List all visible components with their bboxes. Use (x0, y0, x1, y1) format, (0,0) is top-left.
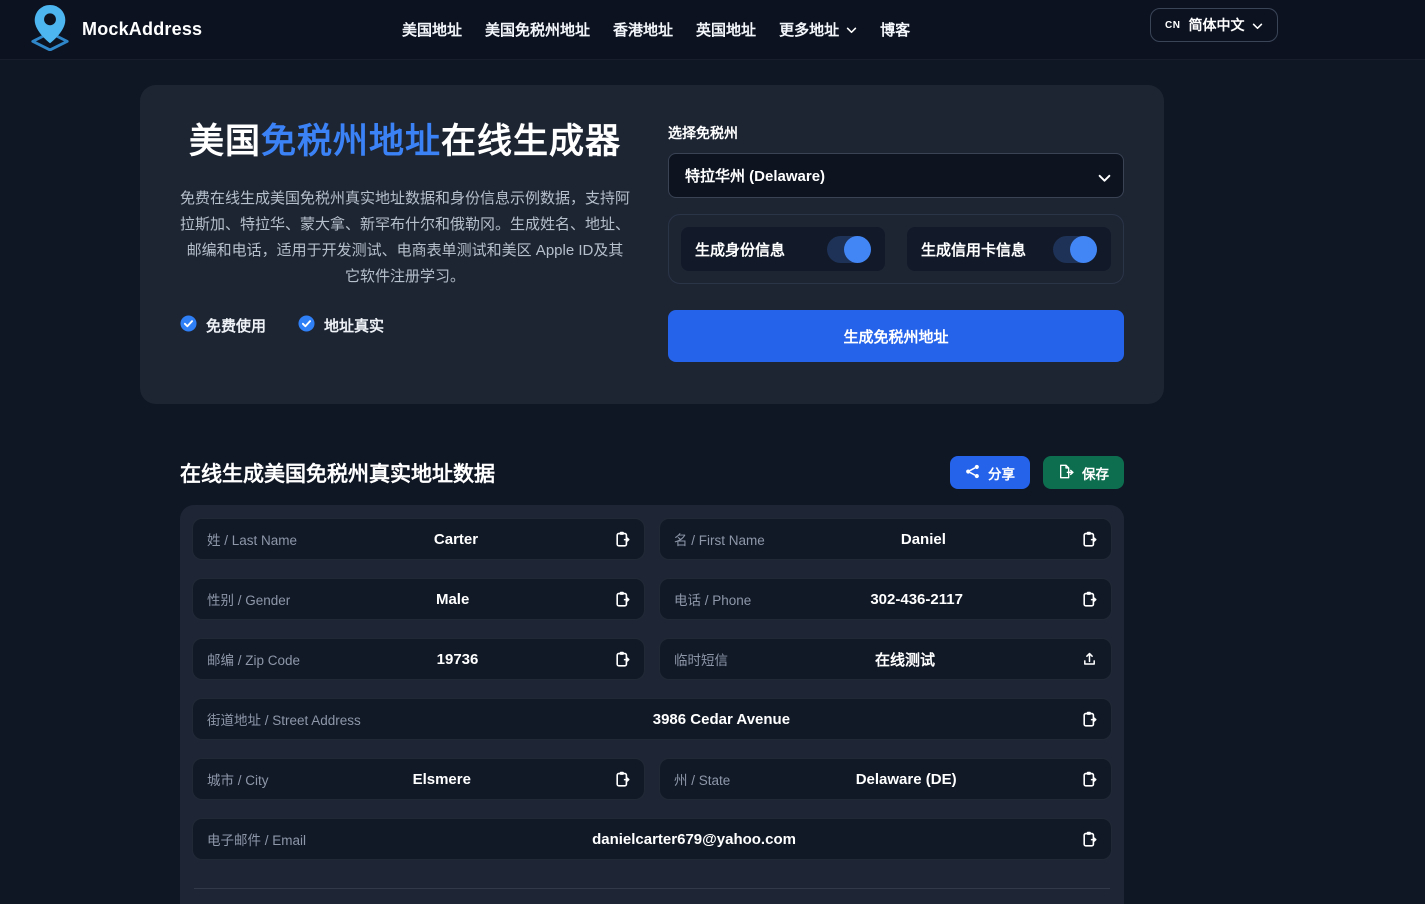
field-label: 临时短信 (674, 649, 728, 669)
field-label: 姓 / Last Name (207, 529, 297, 549)
nav-item-us-address[interactable]: 美国地址 (402, 19, 462, 40)
hero-description: 免费在线生成美国免税州真实地址数据和身份信息示例数据，支持阿拉斯加、特拉华、蒙大… (180, 186, 630, 291)
generate-button[interactable]: 生成免税州地址 (668, 310, 1124, 362)
copy-icon[interactable] (615, 651, 630, 667)
generator-controls: 选择免税州 特拉华州 (Delaware) 生成身份信息 生成信用卡信息 生成免… (668, 109, 1124, 362)
toggles-panel: 生成身份信息 生成信用卡信息 (668, 214, 1124, 284)
hero-panel: 美国免税州地址在线生成器 免费在线生成美国免税州真实地址数据和身份信息示例数据，… (140, 85, 1164, 404)
field-value: Carter (307, 531, 605, 548)
feature-free-label: 免费使用 (206, 315, 266, 336)
field-last-name: 姓 / Last Name Carter (192, 518, 645, 560)
toggle-knob (844, 236, 871, 263)
navbar: MockAddress 美国地址 美国免税州地址 香港地址 英国地址 更多地址 … (0, 0, 1425, 60)
results-panel: 姓 / Last Name Carter 名 / First Name Dani… (180, 505, 1124, 904)
field-street-address: 街道地址 / Street Address 3986 Cedar Avenue (192, 698, 1112, 740)
chevron-down-icon (1252, 18, 1263, 33)
copy-icon[interactable] (1082, 831, 1097, 847)
toggle-knob (1070, 236, 1097, 263)
brand-logo[interactable]: MockAddress (28, 3, 202, 56)
chevron-down-icon (846, 21, 857, 38)
map-pin-icon (28, 3, 72, 56)
brand-name: MockAddress (82, 19, 202, 40)
field-value: 3986 Cedar Avenue (371, 711, 1072, 728)
header-actions: 分享 保存 (950, 456, 1124, 489)
field-label: 电话 / Phone (674, 589, 751, 609)
field-label: 电子邮件 / Email (207, 829, 306, 849)
field-label: 性别 / Gender (207, 589, 290, 609)
field-value: 302-436-2117 (761, 591, 1072, 608)
creditcard-toggle-label: 生成信用卡信息 (921, 239, 1026, 260)
check-circle-icon (298, 315, 315, 336)
page-title: 美国免税州地址在线生成器 (180, 119, 630, 166)
language-code: CN (1165, 20, 1180, 31)
feature-free: 免费使用 (180, 315, 266, 336)
check-circle-icon (180, 315, 197, 336)
nav-item-more-addresses[interactable]: 更多地址 (779, 19, 857, 40)
state-select-label: 选择免税州 (668, 123, 1124, 143)
language-label: 简体中文 (1188, 15, 1244, 35)
field-label: 邮编 / Zip Code (207, 649, 300, 669)
section-divider (194, 888, 1110, 889)
share-button-label: 分享 (988, 463, 1015, 483)
field-temp-sms: 临时短信 在线测试 (659, 638, 1112, 680)
field-label: 街道地址 / Street Address (207, 709, 361, 729)
copy-icon[interactable] (615, 531, 630, 547)
creditcard-toggle[interactable] (1053, 236, 1097, 263)
results-section-title: 在线生成美国免税州真实地址数据 (180, 458, 495, 488)
field-city: 城市 / City Elsmere (192, 758, 645, 800)
copy-icon[interactable] (615, 771, 630, 787)
nav-item-blog[interactable]: 博客 (880, 19, 910, 40)
toggle-card-identity: 生成身份信息 (681, 227, 885, 271)
field-label: 名 / First Name (674, 529, 765, 549)
field-value: 在线测试 (738, 649, 1072, 670)
copy-icon[interactable] (1082, 711, 1097, 727)
nav-item-us-taxfree-address[interactable]: 美国免税州地址 (485, 19, 590, 40)
external-link-icon[interactable] (1082, 651, 1097, 667)
field-value: Male (300, 591, 605, 608)
feature-real: 地址真实 (298, 315, 384, 336)
share-button[interactable]: 分享 (950, 456, 1030, 489)
field-zip-code: 邮编 / Zip Code 19736 (192, 638, 645, 680)
results-header: 在线生成美国免税州真实地址数据 分享 保存 (180, 456, 1124, 489)
identity-toggle-label: 生成身份信息 (695, 239, 785, 260)
file-export-icon (1058, 464, 1074, 482)
field-value: Elsmere (279, 771, 605, 788)
page-title-suffix: 在线生成器 (441, 122, 621, 161)
field-phone: 电话 / Phone 302-436-2117 (659, 578, 1112, 620)
field-first-name: 名 / First Name Daniel (659, 518, 1112, 560)
address-fields: 姓 / Last Name Carter 名 / First Name Dani… (192, 518, 1112, 860)
field-state: 州 / State Delaware (DE) (659, 758, 1112, 800)
nav-item-hk-address[interactable]: 香港地址 (613, 19, 673, 40)
hero-features: 免费使用 地址真实 (180, 315, 630, 336)
field-email: 电子邮件 / Email danielcarter679@yahoo.com (192, 818, 1112, 860)
share-nodes-icon (965, 464, 980, 482)
field-label: 城市 / City (207, 769, 269, 789)
identity-toggle[interactable] (827, 236, 871, 263)
field-value: 19736 (310, 651, 605, 668)
feature-real-label: 地址真实 (324, 315, 384, 336)
page-title-prefix: 美国 (189, 122, 261, 161)
copy-icon[interactable] (1082, 531, 1097, 547)
save-button[interactable]: 保存 (1043, 456, 1124, 489)
field-gender: 性别 / Gender Male (192, 578, 645, 620)
copy-icon[interactable] (1082, 771, 1097, 787)
field-label: 州 / State (674, 769, 730, 789)
field-value: Daniel (775, 531, 1072, 548)
field-value: Delaware (DE) (740, 771, 1072, 788)
copy-icon[interactable] (615, 591, 630, 607)
nav-item-more-label: 更多地址 (779, 19, 839, 40)
main-nav: 美国地址 美国免税州地址 香港地址 英国地址 更多地址 博客 (402, 19, 910, 40)
state-select[interactable]: 特拉华州 (Delaware) (668, 153, 1124, 198)
copy-icon[interactable] (1082, 591, 1097, 607)
save-button-label: 保存 (1082, 463, 1109, 483)
hero-intro: 美国免税州地址在线生成器 免费在线生成美国免税州真实地址数据和身份信息示例数据，… (180, 109, 630, 362)
page-title-highlight: 免税州地址 (261, 122, 441, 161)
field-value: danielcarter679@yahoo.com (316, 831, 1072, 848)
toggle-card-creditcard: 生成信用卡信息 (907, 227, 1111, 271)
nav-item-uk-address[interactable]: 英国地址 (696, 19, 756, 40)
language-selector[interactable]: CN 简体中文 (1150, 8, 1278, 42)
